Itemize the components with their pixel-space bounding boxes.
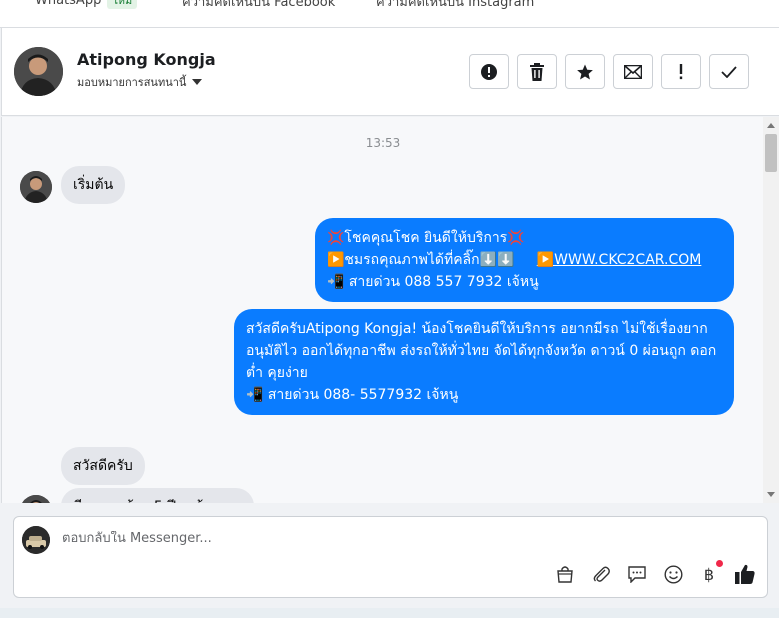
mark-unread-button[interactable]: [613, 54, 653, 89]
check-icon: [721, 65, 737, 78]
send-like-button[interactable]: [734, 563, 756, 585]
envelope-icon: [624, 64, 642, 79]
tab-facebook-comments[interactable]: ความคิดเห็นบน Facebook: [182, 0, 335, 12]
exclamation-icon: [679, 63, 683, 79]
smiley-icon: [663, 564, 683, 584]
tab-whatsapp[interactable]: WhatsApp ใหม่: [35, 0, 138, 9]
contact-avatar[interactable]: [14, 47, 63, 96]
emoji-button[interactable]: [662, 563, 684, 585]
conversation-header: Atipong Kongja มอบหมายการสนทนานี้: [1, 28, 779, 116]
paperclip-icon: [593, 566, 610, 582]
thumbs-up-icon: [735, 564, 755, 584]
alert-circle-icon: [481, 63, 497, 80]
sender-avatar: [20, 495, 52, 503]
delete-button[interactable]: [517, 54, 557, 89]
message-timestamp: 13:53: [365, 136, 401, 150]
bottom-strip: [0, 608, 779, 618]
contact-name: Atipong Kongja: [77, 50, 216, 69]
sender-avatar: [20, 171, 52, 203]
spam-button[interactable]: [469, 54, 509, 89]
page-avatar: [22, 526, 50, 554]
message-thread: 13:53 เริ่มต้น 💢โชคคุณโชค ยินดีให้บริการ…: [1, 117, 763, 503]
thread-scrollbar[interactable]: [763, 117, 779, 503]
reply-input[interactable]: [62, 531, 562, 546]
assign-label: มอบหมายการสนทนานี้: [77, 76, 187, 89]
outgoing-message: 💢โชคคุณโชค ยินดีให้บริการ💢 ▶️ชมรถคุณภาพไ…: [315, 218, 734, 302]
channel-tabs: WhatsApp ใหม่ ความคิดเห็นบน Facebook ความ…: [0, 0, 779, 28]
outgoing-message: สวัสดีครับAtipong Kongja! น้องโชคยินดีให…: [234, 309, 734, 415]
shopping-bag-button[interactable]: [554, 563, 576, 585]
incoming-message: เริ่มต้น: [61, 166, 126, 204]
saved-replies-button[interactable]: [626, 563, 648, 585]
scroll-up-arrow-icon[interactable]: [767, 123, 775, 128]
scroll-down-arrow-icon[interactable]: [767, 492, 775, 497]
new-badge: ใหม่: [107, 0, 138, 9]
assign-conversation-dropdown[interactable]: มอบหมายการสนทนานี้: [77, 73, 203, 91]
chat-bubble-icon: [628, 566, 646, 583]
reply-composer: ฿: [13, 516, 768, 598]
attach-button[interactable]: [590, 563, 612, 585]
header-actions: [469, 54, 749, 89]
payment-button[interactable]: ฿: [698, 560, 723, 585]
website-link[interactable]: ▶️WWW.CKC2CAR.COM: [537, 252, 702, 268]
star-icon: [577, 64, 593, 79]
trash-icon: [530, 62, 544, 81]
caret-down-icon: [192, 79, 203, 85]
star-button[interactable]: [565, 54, 605, 89]
tab-instagram-comments[interactable]: ความคิดเห็นบน Instagram: [376, 0, 534, 12]
composer-tools: ฿: [554, 560, 756, 585]
follow-up-button[interactable]: [661, 54, 701, 89]
notification-dot: [716, 560, 723, 567]
shopping-bag-icon: [557, 566, 573, 583]
baht-icon: ฿: [703, 564, 715, 584]
incoming-message: ดีแลกรถข้าว 5 ปีลดค้างจาก: [61, 488, 255, 503]
incoming-message: สวัสดีครับ: [61, 447, 145, 485]
mark-done-button[interactable]: [709, 54, 749, 89]
scrollbar-thumb[interactable]: [765, 134, 777, 172]
